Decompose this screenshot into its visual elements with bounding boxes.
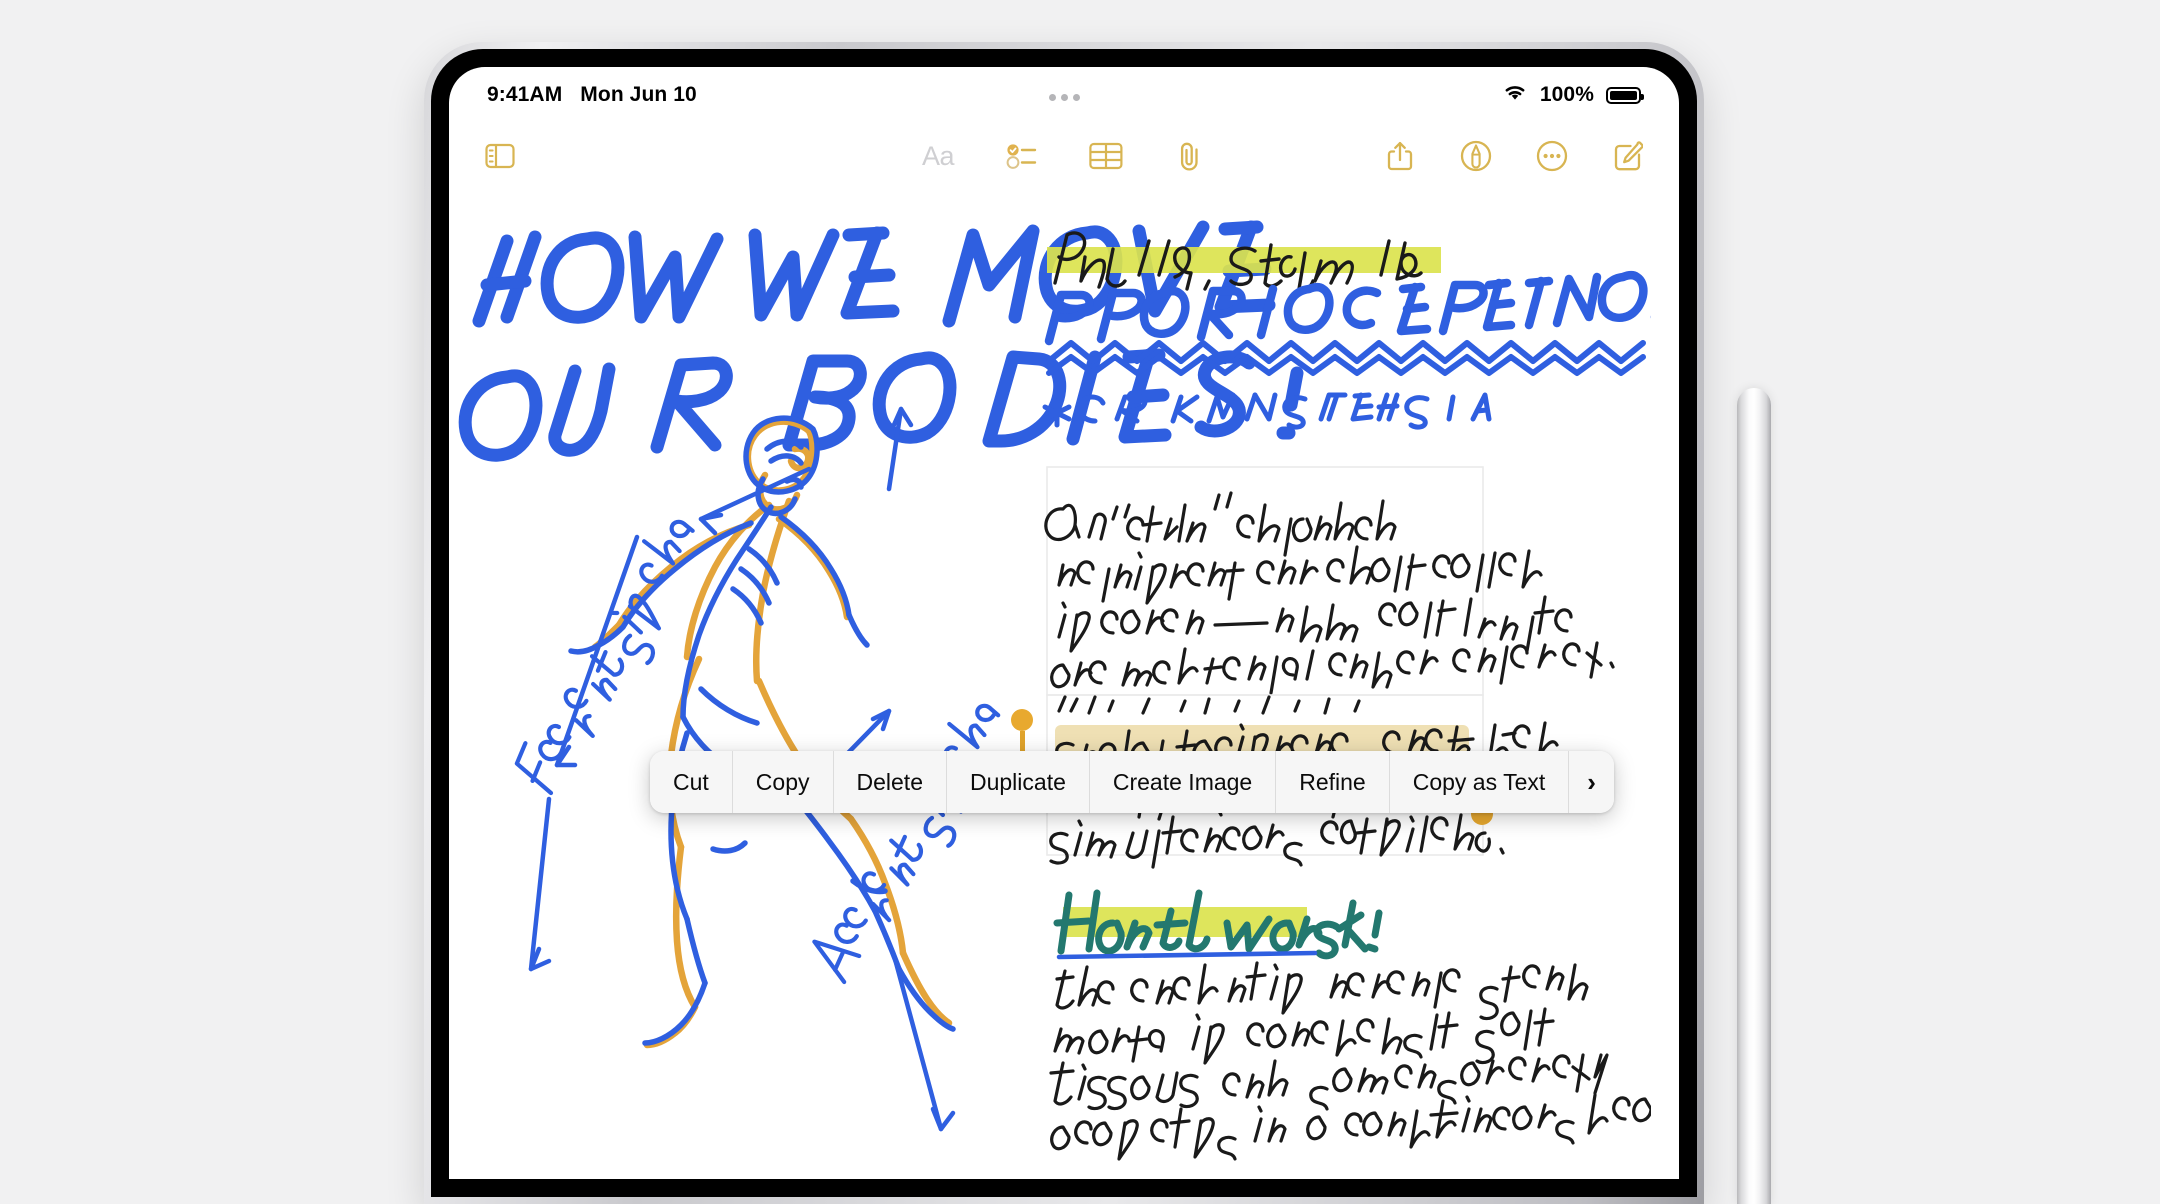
context-menu[interactable]: Cut Copy Delete Duplicate Create Image R… bbox=[650, 751, 1614, 813]
selection-handle-start[interactable] bbox=[1011, 709, 1033, 757]
apple-pencil bbox=[1737, 388, 1771, 1204]
menu-item-copy[interactable]: Copy bbox=[732, 751, 834, 813]
paperclip-icon[interactable] bbox=[1167, 133, 1213, 179]
wifi-icon bbox=[1502, 83, 1528, 108]
menu-item-refine[interactable]: Refine bbox=[1276, 751, 1390, 813]
sidebar-icon[interactable] bbox=[477, 133, 523, 179]
menu-item-copy-as-text[interactable]: Copy as Text bbox=[1389, 751, 1570, 813]
battery-icon bbox=[1606, 86, 1644, 104]
more-icon[interactable] bbox=[1529, 133, 1575, 179]
menu-item-cut[interactable]: Cut bbox=[650, 751, 733, 813]
menu-more-chevron-right-icon[interactable]: › bbox=[1569, 751, 1614, 813]
menu-item-duplicate[interactable]: Duplicate bbox=[946, 751, 1090, 813]
menu-item-create-image[interactable]: Create Image bbox=[1089, 751, 1277, 813]
notes-toolbar: Aa bbox=[449, 123, 1679, 189]
ipad-bezel: 9:41AM Mon Jun 10 100% Aa Cut Copy Delet… bbox=[431, 49, 1697, 1197]
handwritten-note-drawing: .blue { stroke:#2f5fe0; fill:none; strok… bbox=[458, 220, 1651, 1161]
screenshot-stage: 9:41AM Mon Jun 10 100% Aa Cut Copy Delet… bbox=[0, 0, 2160, 1204]
status-date: Mon Jun 10 bbox=[580, 83, 697, 106]
compose-icon[interactable] bbox=[1605, 133, 1651, 179]
note-canvas[interactable]: .blue { stroke:#2f5fe0; fill:none; strok… bbox=[449, 189, 1679, 1179]
status-time: 9:41AM bbox=[487, 83, 563, 106]
checklist-icon[interactable] bbox=[999, 133, 1045, 179]
ipad-device: 9:41AM Mon Jun 10 100% Aa Cut Copy Delet… bbox=[424, 42, 1704, 1204]
battery-percent-label: 100% bbox=[1539, 83, 1594, 106]
ipad-screen: 9:41AM Mon Jun 10 100% Aa Cut Copy Delet… bbox=[449, 67, 1679, 1179]
multitasking-dots-icon[interactable] bbox=[1048, 94, 1080, 101]
table-icon[interactable] bbox=[1083, 133, 1129, 179]
text-format-icon[interactable]: Aa bbox=[915, 133, 961, 179]
share-icon[interactable] bbox=[1377, 133, 1423, 179]
markup-icon[interactable] bbox=[1453, 133, 1499, 179]
menu-item-delete[interactable]: Delete bbox=[833, 751, 947, 813]
status-bar: 9:41AM Mon Jun 10 100% bbox=[449, 67, 1679, 123]
